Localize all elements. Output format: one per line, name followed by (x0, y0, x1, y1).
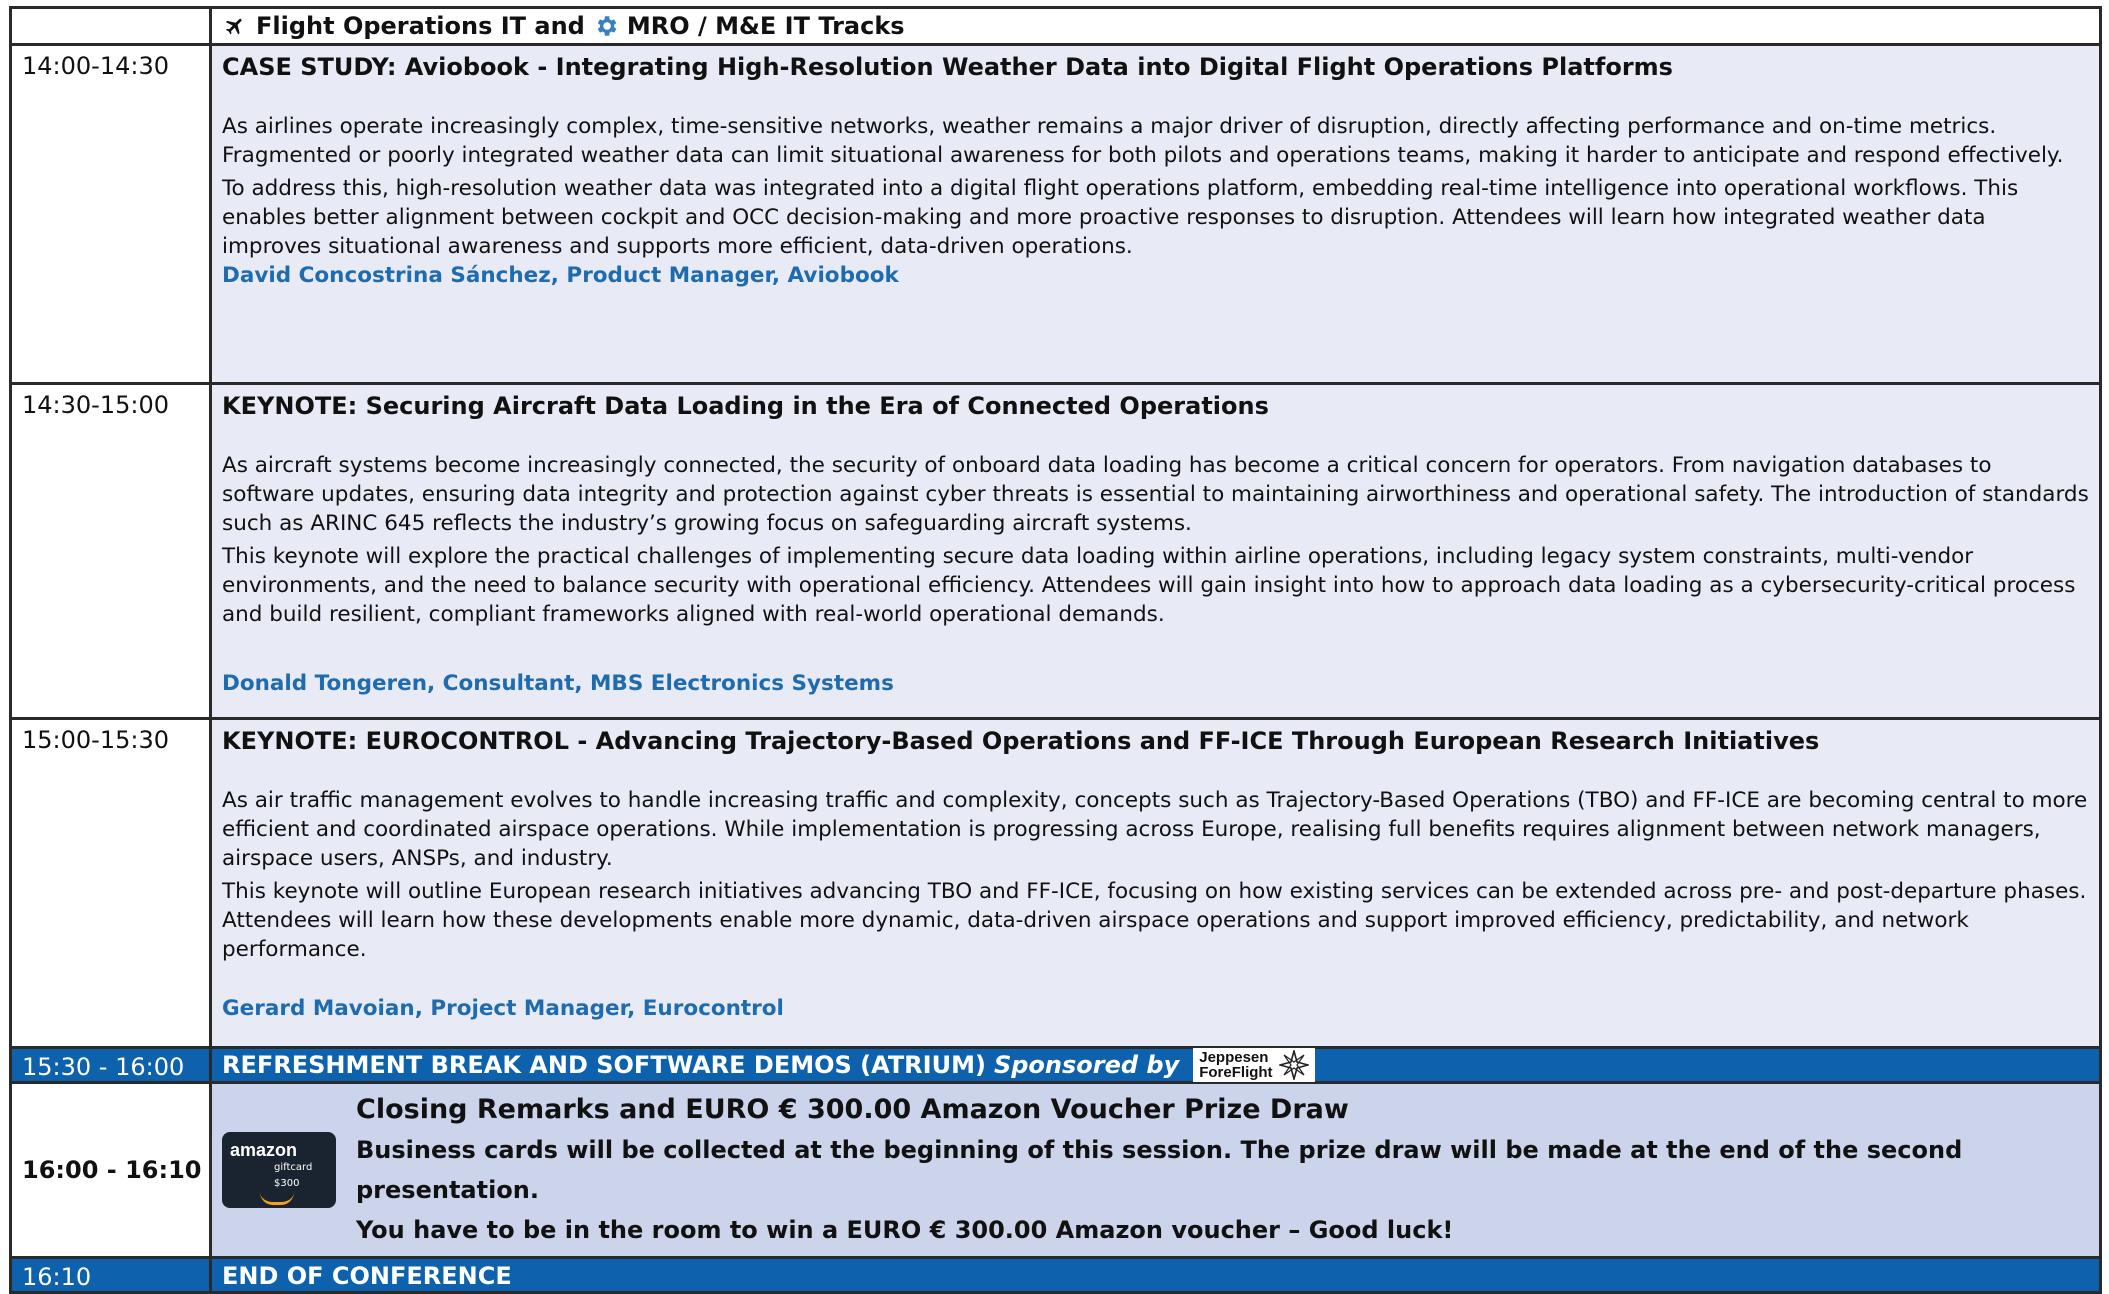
session-speaker: David Concostrina Sánchez, Product Manag… (222, 263, 899, 288)
closing-line: You have to be in the room to win a EURO… (356, 1216, 1454, 1244)
session-row: 14:30-15:00 KEYNOTE: Securing Aircraft D… (9, 382, 2102, 720)
header-time-cell (9, 6, 212, 46)
end-time: 16:10 (9, 1256, 212, 1294)
end-title: END OF CONFERENCE (222, 1262, 512, 1290)
closing-title: Closing Remarks and EURO € 300.00 Amazon… (356, 1094, 1349, 1125)
session-paragraph: To address this, high-resolution weather… (222, 176, 2019, 259)
sponsor-logo-line2: ForeFlight (1199, 1064, 1273, 1081)
break-title: REFRESHMENT BREAK AND SOFTWARE DEMOS (AT… (222, 1051, 986, 1079)
session-title: KEYNOTE: EUROCONTROL - Advancing Traject… (222, 727, 1820, 755)
session-paragraph: As air traffic management evolves to han… (222, 788, 2088, 871)
session-time: 14:00-14:30 (9, 43, 212, 385)
header-row: Flight Operations IT and MRO / M&E IT Tr… (9, 6, 2102, 46)
session-speaker: Gerard Mavoian, Project Manager, Eurocon… (222, 996, 784, 1021)
header-title-part1: Flight Operations IT and (256, 12, 585, 40)
session-title: CASE STUDY: Aviobook - Integrating High-… (222, 53, 1673, 81)
session-time: 15:00-15:30 (9, 717, 212, 1049)
gear-icon (597, 16, 617, 36)
session-title: KEYNOTE: Securing Aircraft Data Loading … (222, 392, 1269, 420)
session-paragraph: This keynote will explore the practical … (222, 544, 2076, 627)
closing-time: 16:00 - 16:10 (9, 1081, 212, 1259)
session-content: CASE STUDY: Aviobook - Integrating High-… (209, 43, 2102, 385)
session-content: KEYNOTE: Securing Aircraft Data Loading … (209, 382, 2102, 720)
closing-content: amazon giftcard $300 Closing Remarks and… (209, 1081, 2102, 1259)
compass-star-icon (1278, 1050, 1309, 1080)
closing-row: 16:00 - 16:10 amazon giftcard $300 Closi… (9, 1081, 2102, 1259)
session-paragraph: This keynote will outline European resea… (222, 879, 2087, 962)
session-paragraph: As aircraft systems become increasingly … (222, 453, 2089, 536)
session-time: 14:30-15:00 (9, 382, 212, 720)
airplane-icon (225, 18, 242, 35)
break-time: 15:30 - 16:00 (9, 1046, 212, 1084)
giftcard-brand: amazon (230, 1140, 298, 1160)
break-row: 15:30 - 16:00 REFRESHMENT BREAK AND SOFT… (9, 1046, 2102, 1084)
session-content: KEYNOTE: EUROCONTROL - Advancing Traject… (209, 717, 2102, 1049)
giftcard-amount: $300 (274, 1178, 300, 1189)
sponsored-by-label: Sponsored by (993, 1051, 1180, 1079)
closing-line: Business cards will be collected at the … (356, 1136, 1963, 1204)
amazon-giftcard-image: amazon giftcard $300 (222, 1132, 336, 1208)
session-speaker: Donald Tongeren, Consultant, MBS Electro… (222, 671, 894, 696)
break-content: REFRESHMENT BREAK AND SOFTWARE DEMOS (AT… (209, 1046, 2102, 1084)
session-row: 14:00-14:30 CASE STUDY: Aviobook - Integ… (9, 43, 2102, 385)
giftcard-label: giftcard (274, 1162, 313, 1173)
session-row: 15:00-15:30 KEYNOTE: EUROCONTROL - Advan… (9, 717, 2102, 1049)
agenda-table: Flight Operations IT and MRO / M&E IT Tr… (9, 6, 2102, 1294)
end-content: END OF CONFERENCE (209, 1256, 2102, 1294)
session-paragraph: As airlines operate increasingly complex… (222, 114, 2064, 168)
amazon-smile-icon (260, 1192, 294, 1205)
end-row: 16:10 END OF CONFERENCE (9, 1256, 2102, 1294)
header-title-cell: Flight Operations IT and MRO / M&E IT Tr… (209, 6, 2102, 46)
sponsor-logo: Jeppesen ForeFlight (1193, 1048, 1315, 1082)
header-title-part2: MRO / M&E IT Tracks (626, 12, 905, 40)
